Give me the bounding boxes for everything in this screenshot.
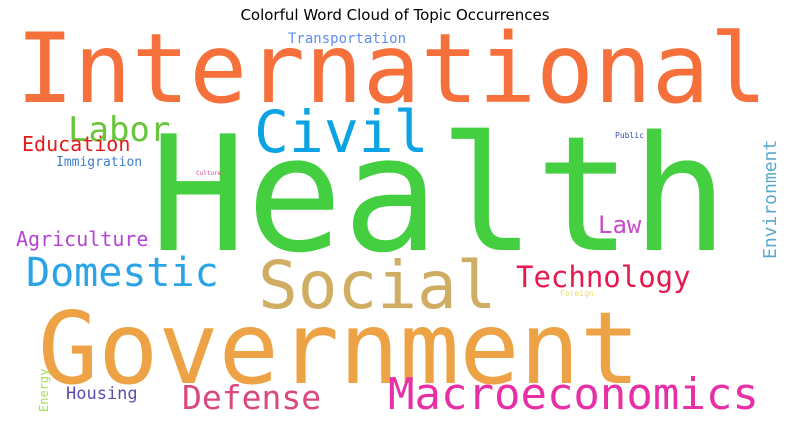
word-housing: Housing: [66, 384, 138, 404]
word-foreign: Foreign: [560, 289, 594, 298]
word-education: Education: [22, 132, 131, 156]
word-transportation: Transportation: [288, 31, 407, 47]
word-energy: Energy: [37, 368, 51, 412]
word-law: Law: [598, 211, 642, 239]
word-environment: Environment: [760, 139, 781, 259]
word-immigration: Immigration: [56, 155, 143, 170]
word-technology: Technology: [516, 260, 691, 294]
word-macroeconomics: Macroeconomics: [388, 369, 759, 420]
word-civil: Civil: [254, 98, 429, 166]
word-agriculture: Agriculture: [16, 227, 149, 251]
word-cloud: International Health Government Social C…: [10, 21, 781, 425]
word-public: Public: [615, 131, 644, 140]
word-social: Social: [258, 247, 497, 324]
word-defense: Defense: [182, 378, 322, 417]
word-culture: Culture: [196, 170, 222, 177]
word-domestic: Domestic: [26, 250, 219, 296]
figure: Colorful Word Cloud of Topic Occurrences…: [0, 0, 790, 425]
